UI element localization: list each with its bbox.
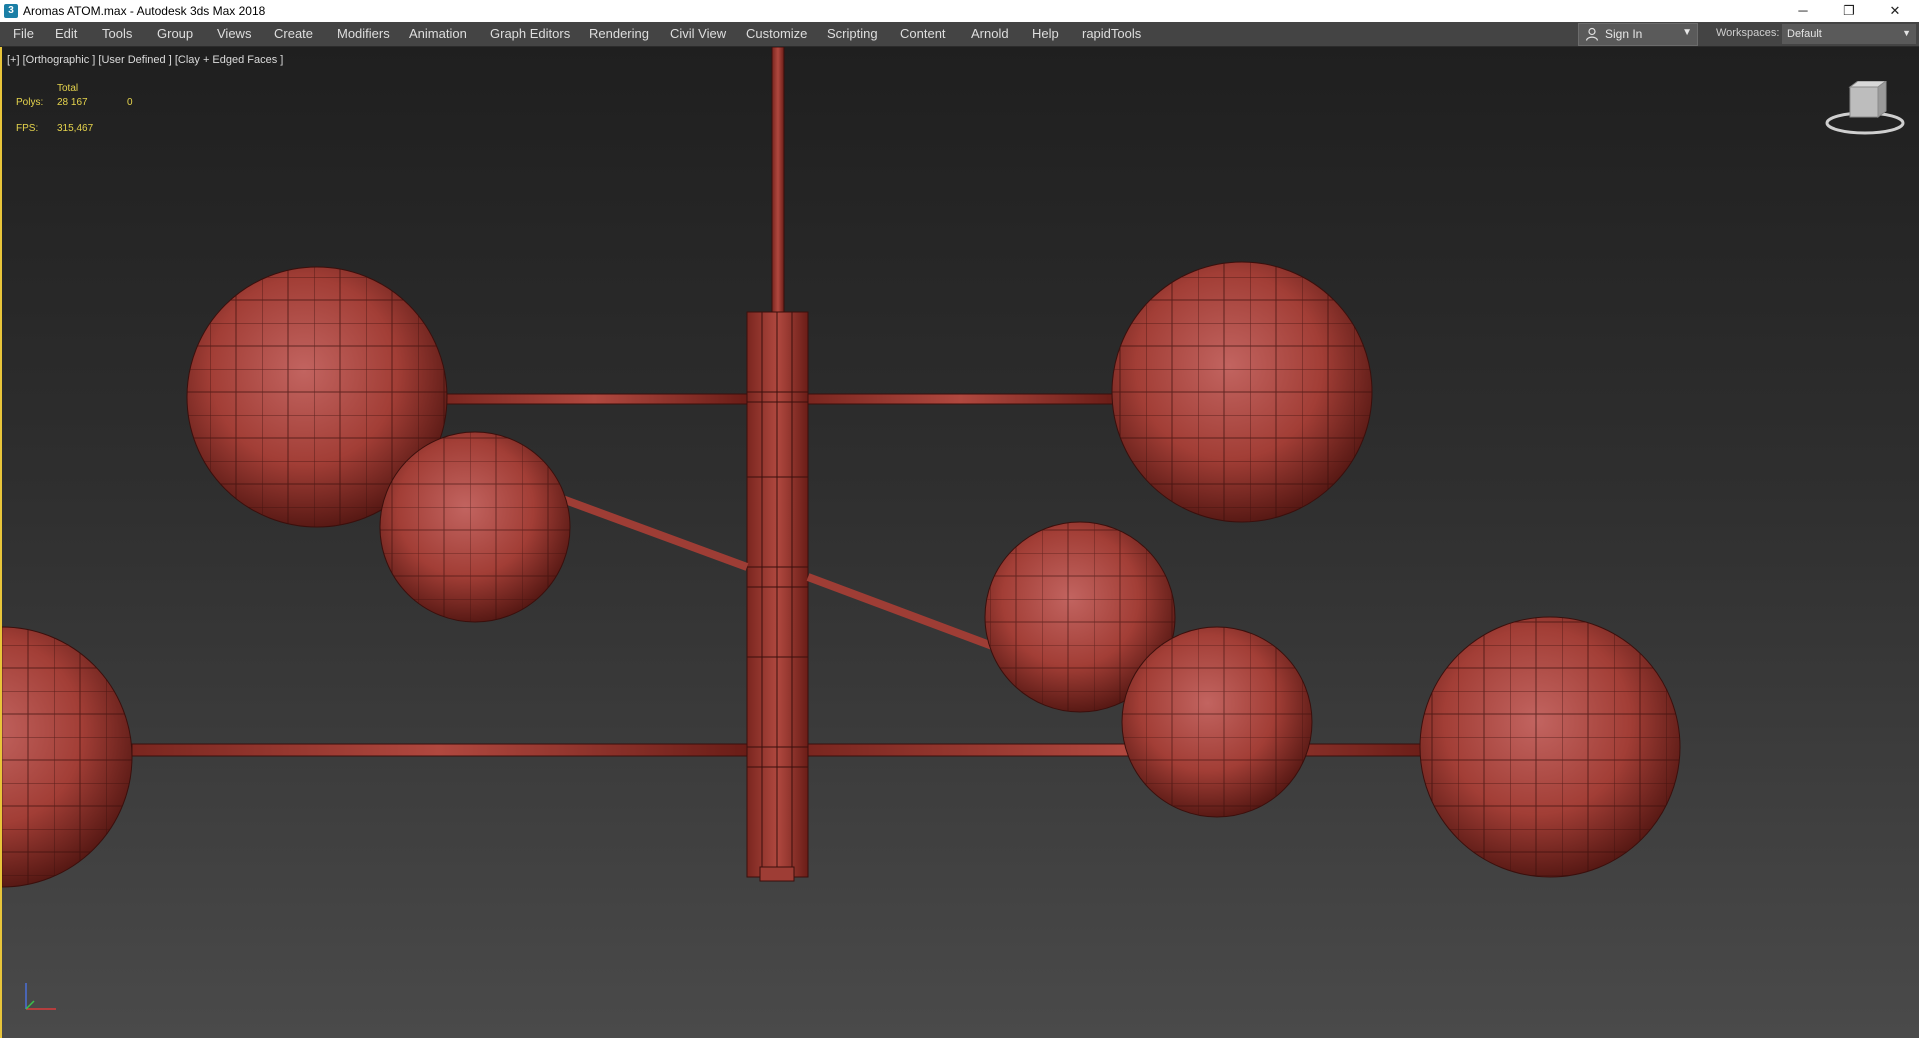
menu-scripting[interactable]: Scripting <box>827 26 878 41</box>
viewcube-icon[interactable] <box>1822 81 1908 141</box>
menu-edit[interactable]: Edit <box>55 26 77 41</box>
menu-tools[interactable]: Tools <box>102 26 132 41</box>
stats-fps-value: 315,467 <box>57 123 94 134</box>
viewport-label[interactable]: [+] [Orthographic ] [User Defined ] [Cla… <box>7 54 283 66</box>
menu-animation[interactable]: Animation <box>409 26 467 41</box>
sphere-top-right <box>1111 261 1373 523</box>
sphere-bottom-right <box>1419 616 1681 878</box>
menu-graph-editors[interactable]: Graph Editors <box>490 26 570 41</box>
menu-rapidtools[interactable]: rapidTools <box>1082 26 1141 41</box>
workspaces-value: Default <box>1787 28 1822 40</box>
sign-in-label: Sign In <box>1605 27 1643 41</box>
sign-in-button[interactable]: Sign In ▼ <box>1578 23 1698 46</box>
window-title: Aromas ATOM.max - Autodesk 3ds Max 2018 <box>23 4 266 18</box>
sphere-mid-right <box>1121 626 1313 818</box>
menu-modifiers[interactable]: Modifiers <box>337 26 390 41</box>
workspaces-dropdown[interactable]: Default ▼ <box>1782 24 1916 44</box>
chevron-down-icon: ▼ <box>1682 27 1692 38</box>
center-stem <box>746 47 809 882</box>
menu-rendering[interactable]: Rendering <box>589 26 649 41</box>
menu-create[interactable]: Create <box>274 26 313 41</box>
title-bar: 3 Aromas ATOM.max - Autodesk 3ds Max 201… <box>0 0 1919 22</box>
viewport-scene[interactable] <box>2 47 1919 1038</box>
restore-button[interactable]: ❐ <box>1826 0 1872 22</box>
close-button[interactable]: ✕ <box>1872 0 1918 22</box>
menu-customize[interactable]: Customize <box>746 26 807 41</box>
chevron-down-icon: ▼ <box>1902 28 1911 38</box>
menu-arnold[interactable]: Arnold <box>971 26 1009 41</box>
menu-civil-view[interactable]: Civil View <box>670 26 726 41</box>
app-icon: 3 <box>4 4 18 18</box>
perspective-viewport[interactable]: [+] [Orthographic ] [User Defined ] [Cla… <box>0 47 1919 1038</box>
menu-content[interactable]: Content <box>900 26 946 41</box>
stats-fps-label: FPS: <box>16 123 39 134</box>
stats-polys-value: 28 167 <box>57 97 88 108</box>
axis-tripod-icon <box>25 983 56 1010</box>
stats-total-header: Total <box>57 83 79 94</box>
stats-polys-selected: 0 <box>127 97 133 108</box>
sphere-bottom-left <box>2 626 133 888</box>
stats-polys-label: Polys: <box>16 97 44 108</box>
menu-help[interactable]: Help <box>1032 26 1059 41</box>
menu-file[interactable]: File <box>13 26 34 41</box>
sphere-mid-left <box>379 431 571 623</box>
workspaces-label: Workspaces: <box>1716 27 1780 39</box>
minimize-button[interactable]: ─ <box>1780 0 1826 22</box>
menu-views[interactable]: Views <box>217 26 251 41</box>
user-icon <box>1585 27 1599 41</box>
menu-group[interactable]: Group <box>157 26 193 41</box>
